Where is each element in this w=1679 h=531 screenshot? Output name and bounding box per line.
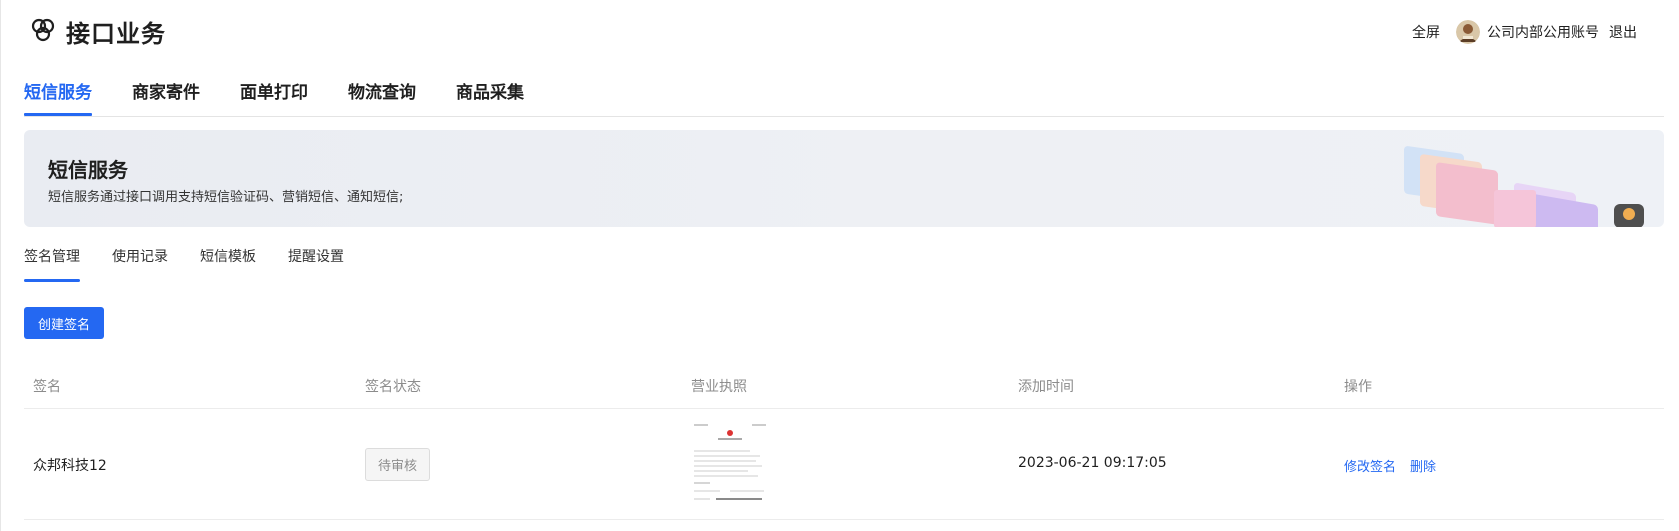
tab-sms-service[interactable]: 短信服务 <box>24 78 92 116</box>
left-border <box>0 0 1 531</box>
logout-button[interactable]: 退出 <box>1609 22 1637 42</box>
column-header-actions: 操作 <box>1344 379 1372 395</box>
tab-reminder-settings[interactable]: 提醒设置 <box>288 246 344 282</box>
tab-logistics-query[interactable]: 物流查询 <box>348 78 416 114</box>
signature-name: 众邦科技12 <box>33 458 107 474</box>
banner-title: 短信服务 <box>48 158 128 182</box>
sub-tabs: 签名管理 使用记录 短信模板 提醒设置 <box>24 246 376 282</box>
create-signature-button[interactable]: 创建签名 <box>24 307 104 339</box>
header-actions: 全屏 公司内部公用账号 退出 <box>1412 20 1637 44</box>
fullscreen-button[interactable]: 全屏 <box>1412 22 1440 42</box>
column-header-status: 签名状态 <box>365 379 421 395</box>
tab-product-collection[interactable]: 商品采集 <box>456 78 524 114</box>
delete-link[interactable]: 删除 <box>1410 456 1436 475</box>
business-license-thumbnail[interactable] <box>690 421 770 507</box>
banner-description: 短信服务通过接口调用支持短信验证码、营销短信、通知短信; <box>48 190 404 205</box>
tab-waybill-print[interactable]: 面单打印 <box>240 78 308 114</box>
status-badge: 待审核 <box>365 448 431 481</box>
logo-icon <box>31 18 55 42</box>
column-header-signature: 签名 <box>33 379 61 395</box>
app-header: 接口业务 全屏 公司内部公用账号 退出 <box>0 0 1679 62</box>
main-tabs: 短信服务 商家寄件 面单打印 物流查询 商品采集 <box>24 78 1664 117</box>
account-name[interactable]: 公司内部公用账号 <box>1487 22 1599 42</box>
signature-table: 签名 签名状态 营业执照 添加时间 操作 众邦科技12 待审核 2023-06-… <box>24 364 1664 520</box>
tab-signature-management[interactable]: 签名管理 <box>24 246 80 282</box>
added-time: 2023-06-21 09:17:05 <box>1018 455 1167 471</box>
banner-illustration <box>1404 146 1644 227</box>
service-banner: 短信服务 短信服务通过接口调用支持短信验证码、营销短信、通知短信; <box>24 130 1664 227</box>
edit-signature-link[interactable]: 修改签名 <box>1344 456 1396 475</box>
column-header-license: 营业执照 <box>691 379 747 395</box>
column-header-added-time: 添加时间 <box>1018 379 1074 395</box>
tab-usage-records[interactable]: 使用记录 <box>112 246 168 282</box>
table-row: 众邦科技12 待审核 2023-06-21 09:17:05 修改签名 删除 <box>24 409 1664 520</box>
table-header: 签名 签名状态 营业执照 添加时间 操作 <box>24 364 1664 409</box>
tab-sms-templates[interactable]: 短信模板 <box>200 246 256 282</box>
app-title: 接口业务 <box>66 20 166 48</box>
tab-merchant-shipping[interactable]: 商家寄件 <box>132 78 200 114</box>
avatar[interactable] <box>1456 20 1480 44</box>
